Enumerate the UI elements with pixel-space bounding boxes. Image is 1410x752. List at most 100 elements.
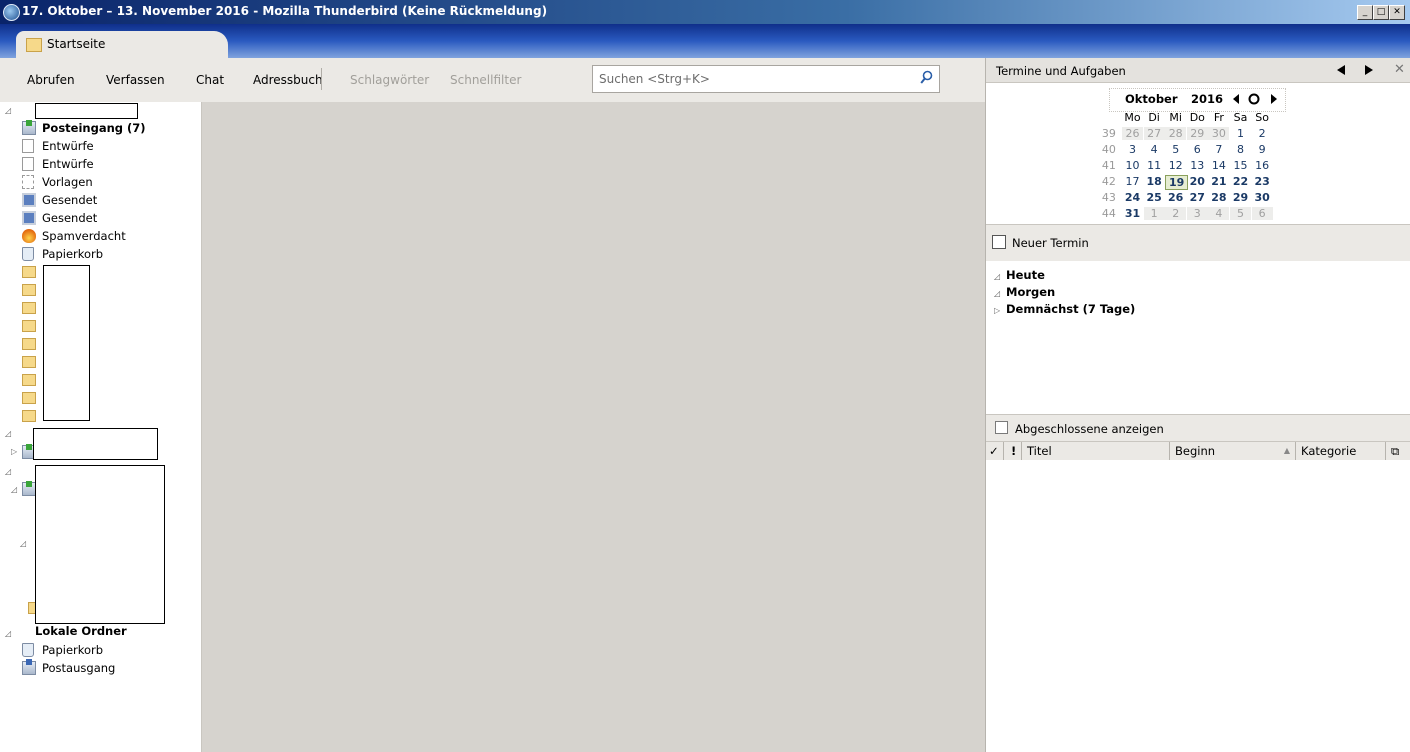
tab-startseite[interactable]: Startseite [16,31,228,58]
calendar-day[interactable]: 20 [1187,175,1208,188]
collapse-twisty[interactable]: ◿ [994,272,1006,281]
folder-icon [22,302,36,314]
maximize-icon[interactable]: □ [1373,5,1389,20]
calendar-day[interactable]: 6 [1251,207,1273,220]
close-pane-icon[interactable]: ✕ [1394,62,1405,77]
calendar-day[interactable]: 28 [1165,127,1187,140]
write-button[interactable]: Verfassen [106,73,165,87]
calendar-day[interactable]: 30 [1252,191,1273,204]
show-completed-checkbox[interactable] [995,421,1008,434]
calendar-day[interactable]: 27 [1143,127,1165,140]
previous-arrow-icon[interactable] [1336,64,1346,76]
completed-column-icon[interactable]: ✓ [986,442,1004,460]
calendar-day[interactable]: 1 [1143,207,1165,220]
week-number: 39 [1101,127,1116,140]
collapse-twisty[interactable]: ◿ [994,289,1006,298]
collapse-twisty[interactable]: ◿ [5,629,11,638]
previous-month-icon[interactable] [1233,94,1240,104]
calendar-day[interactable]: 14 [1208,159,1229,172]
sent-icon [22,193,36,207]
calendar-day[interactable]: 22 [1230,175,1251,188]
spam-icon [22,229,36,243]
chat-button[interactable]: Chat [196,73,224,87]
calendar-day[interactable]: 4 [1208,207,1230,220]
calendar-day[interactable]: 24 [1122,191,1143,204]
calendar-day[interactable]: 23 [1252,175,1273,188]
calendar-day[interactable]: 29 [1230,191,1251,204]
calendar-month[interactable]: Oktober [1125,92,1178,106]
tasks-list[interactable] [986,460,1410,752]
calendar-day[interactable]: 26 [1165,191,1186,204]
expand-twisty[interactable]: ▷ [11,447,17,456]
folder-label: Vorlagen [42,175,93,189]
calendar-day[interactable]: 5 [1230,207,1251,220]
calendar-day[interactable]: 25 [1144,191,1165,204]
calendar-year[interactable]: 2016 [1191,92,1223,106]
calendar-day[interactable]: 16 [1252,159,1273,172]
calendar-day[interactable]: 3 [1186,207,1208,220]
collapse-twisty[interactable]: ◿ [5,106,11,115]
address-book-button[interactable]: Adressbuch [253,73,323,87]
calendar-day[interactable]: 27 [1187,191,1208,204]
calendar-day[interactable]: 2 [1252,127,1273,140]
tasks-toolbar: Abgeschlossene anzeigen [986,414,1410,442]
calendar-day[interactable]: 31 [1122,207,1143,220]
new-event-button[interactable]: Neuer Termin [986,224,1410,262]
expand-twisty[interactable]: ▷ [994,306,1006,315]
next-arrow-icon[interactable] [1364,64,1374,76]
column-title[interactable]: Titel [1022,442,1170,460]
column-category[interactable]: Kategorie [1296,442,1386,460]
calendar-day[interactable]: 11 [1144,159,1165,172]
calendar-day[interactable]: 29 [1186,127,1208,140]
inbox-icon [22,120,36,135]
folder-label: Entwürfe [42,157,94,171]
quick-filter-button[interactable]: Schnellfilter [450,73,521,87]
column-picker-icon[interactable]: ⧉ [1386,442,1410,460]
calendar-day[interactable]: 13 [1187,159,1208,172]
calendar-day[interactable]: 30 [1208,127,1230,140]
collapse-twisty[interactable]: ◿ [5,429,11,438]
calendar-day[interactable]: 3 [1122,143,1143,156]
collapse-twisty[interactable]: ◿ [20,539,26,548]
search-icon[interactable] [920,70,933,86]
calendar-day[interactable]: 28 [1208,191,1229,204]
agenda-section-today[interactable]: ◿ Heute [994,268,1045,282]
calendar-day[interactable]: 12 [1165,159,1186,172]
folder-pane: ◿ Posteingang (7) Entwürfe Entwürfe Vorl… [0,102,202,752]
calendar-day[interactable]: 7 [1208,143,1229,156]
calendar-day[interactable]: 15 [1230,159,1251,172]
calendar-day[interactable]: 6 [1187,143,1208,156]
calendar-day[interactable]: 17 [1122,175,1143,188]
calendar-day[interactable]: 18 [1144,175,1165,188]
calendar-day[interactable]: 26 [1122,127,1143,140]
calendar-day[interactable]: 8 [1230,143,1251,156]
trash-icon [22,247,34,261]
calendar-day[interactable]: 9 [1252,143,1273,156]
folder-icon [22,392,36,404]
mail-toolbar: Abrufen Verfassen Chat Adressbuch Schlag… [0,58,985,103]
folder-label: Papierkorb [42,643,104,657]
calendar-day[interactable]: 4 [1144,143,1165,156]
calendar-day[interactable]: 21 [1208,175,1229,188]
next-month-icon[interactable] [1271,94,1278,104]
calendar-day-today[interactable]: 19 [1165,175,1189,190]
calendar-day[interactable]: 5 [1165,143,1186,156]
sent-icon [22,211,36,225]
agenda-section-soon[interactable]: ▷ Demnächst (7 Tage) [994,302,1135,316]
agenda-section-tomorrow[interactable]: ◿ Morgen [994,285,1055,299]
calendar-day[interactable]: 2 [1165,207,1187,220]
minimize-icon[interactable]: _ [1357,5,1373,20]
close-icon[interactable]: ✕ [1389,5,1405,20]
collapse-twisty[interactable]: ◿ [11,485,17,494]
collapse-twisty[interactable]: ◿ [5,467,11,476]
search-input[interactable]: Suchen <Strg+K> [592,65,940,93]
tags-button[interactable]: Schlagwörter [350,73,429,87]
calendar-day[interactable]: 10 [1122,159,1143,172]
title-bar: 17. Oktober – 13. November 2016 - Mozill… [0,0,1410,24]
calendar-day[interactable]: 1 [1230,127,1251,140]
local-folders-account[interactable]: Lokale Ordner [35,624,127,642]
get-messages-button[interactable]: Abrufen [27,73,75,87]
column-start[interactable]: Beginn ▲ [1170,442,1296,460]
today-circle-icon[interactable] [1248,93,1260,105]
priority-column-icon[interactable]: ! [1004,442,1022,460]
